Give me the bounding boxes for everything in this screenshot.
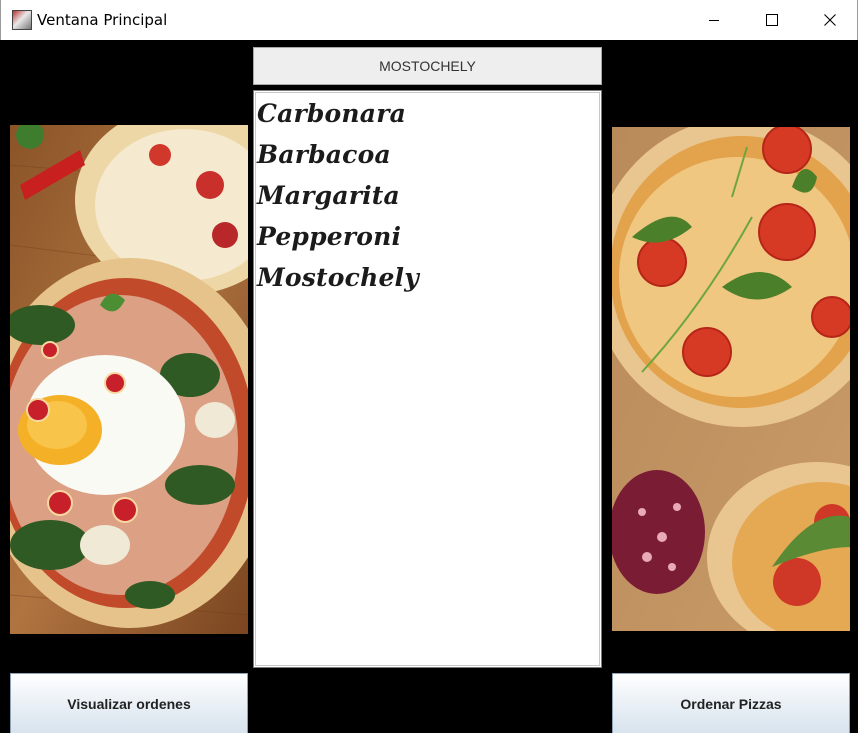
list-item[interactable]: Mostochely — [257, 259, 601, 300]
pizza-image-left — [10, 125, 248, 634]
list-item[interactable]: Carbonara — [257, 95, 601, 136]
pizza-name-header[interactable]: MOSTOCHELY — [253, 47, 602, 85]
list-item[interactable]: Barbacoa — [257, 136, 601, 177]
view-orders-button[interactable]: Visualizar ordenes — [10, 673, 248, 733]
close-icon — [824, 14, 836, 26]
app-icon — [12, 10, 32, 30]
maximize-icon — [766, 14, 778, 26]
list-item[interactable]: Pepperoni — [257, 218, 601, 259]
minimize-button[interactable] — [685, 0, 743, 40]
list-item[interactable]: Margarita — [257, 177, 601, 218]
main-panel: MOSTOCHELY Carbonara Barbacoa Margarita … — [0, 40, 858, 733]
pizza-image-right — [612, 127, 850, 631]
order-pizzas-button[interactable]: Ordenar Pizzas — [612, 673, 850, 733]
pizza-list[interactable]: Carbonara Barbacoa Margarita Pepperoni M… — [253, 90, 602, 668]
title-bar: Ventana Principal — [0, 0, 858, 40]
minimize-icon — [709, 20, 719, 21]
close-button[interactable] — [801, 0, 858, 40]
window-title: Ventana Principal — [37, 11, 168, 29]
maximize-button[interactable] — [743, 0, 801, 40]
